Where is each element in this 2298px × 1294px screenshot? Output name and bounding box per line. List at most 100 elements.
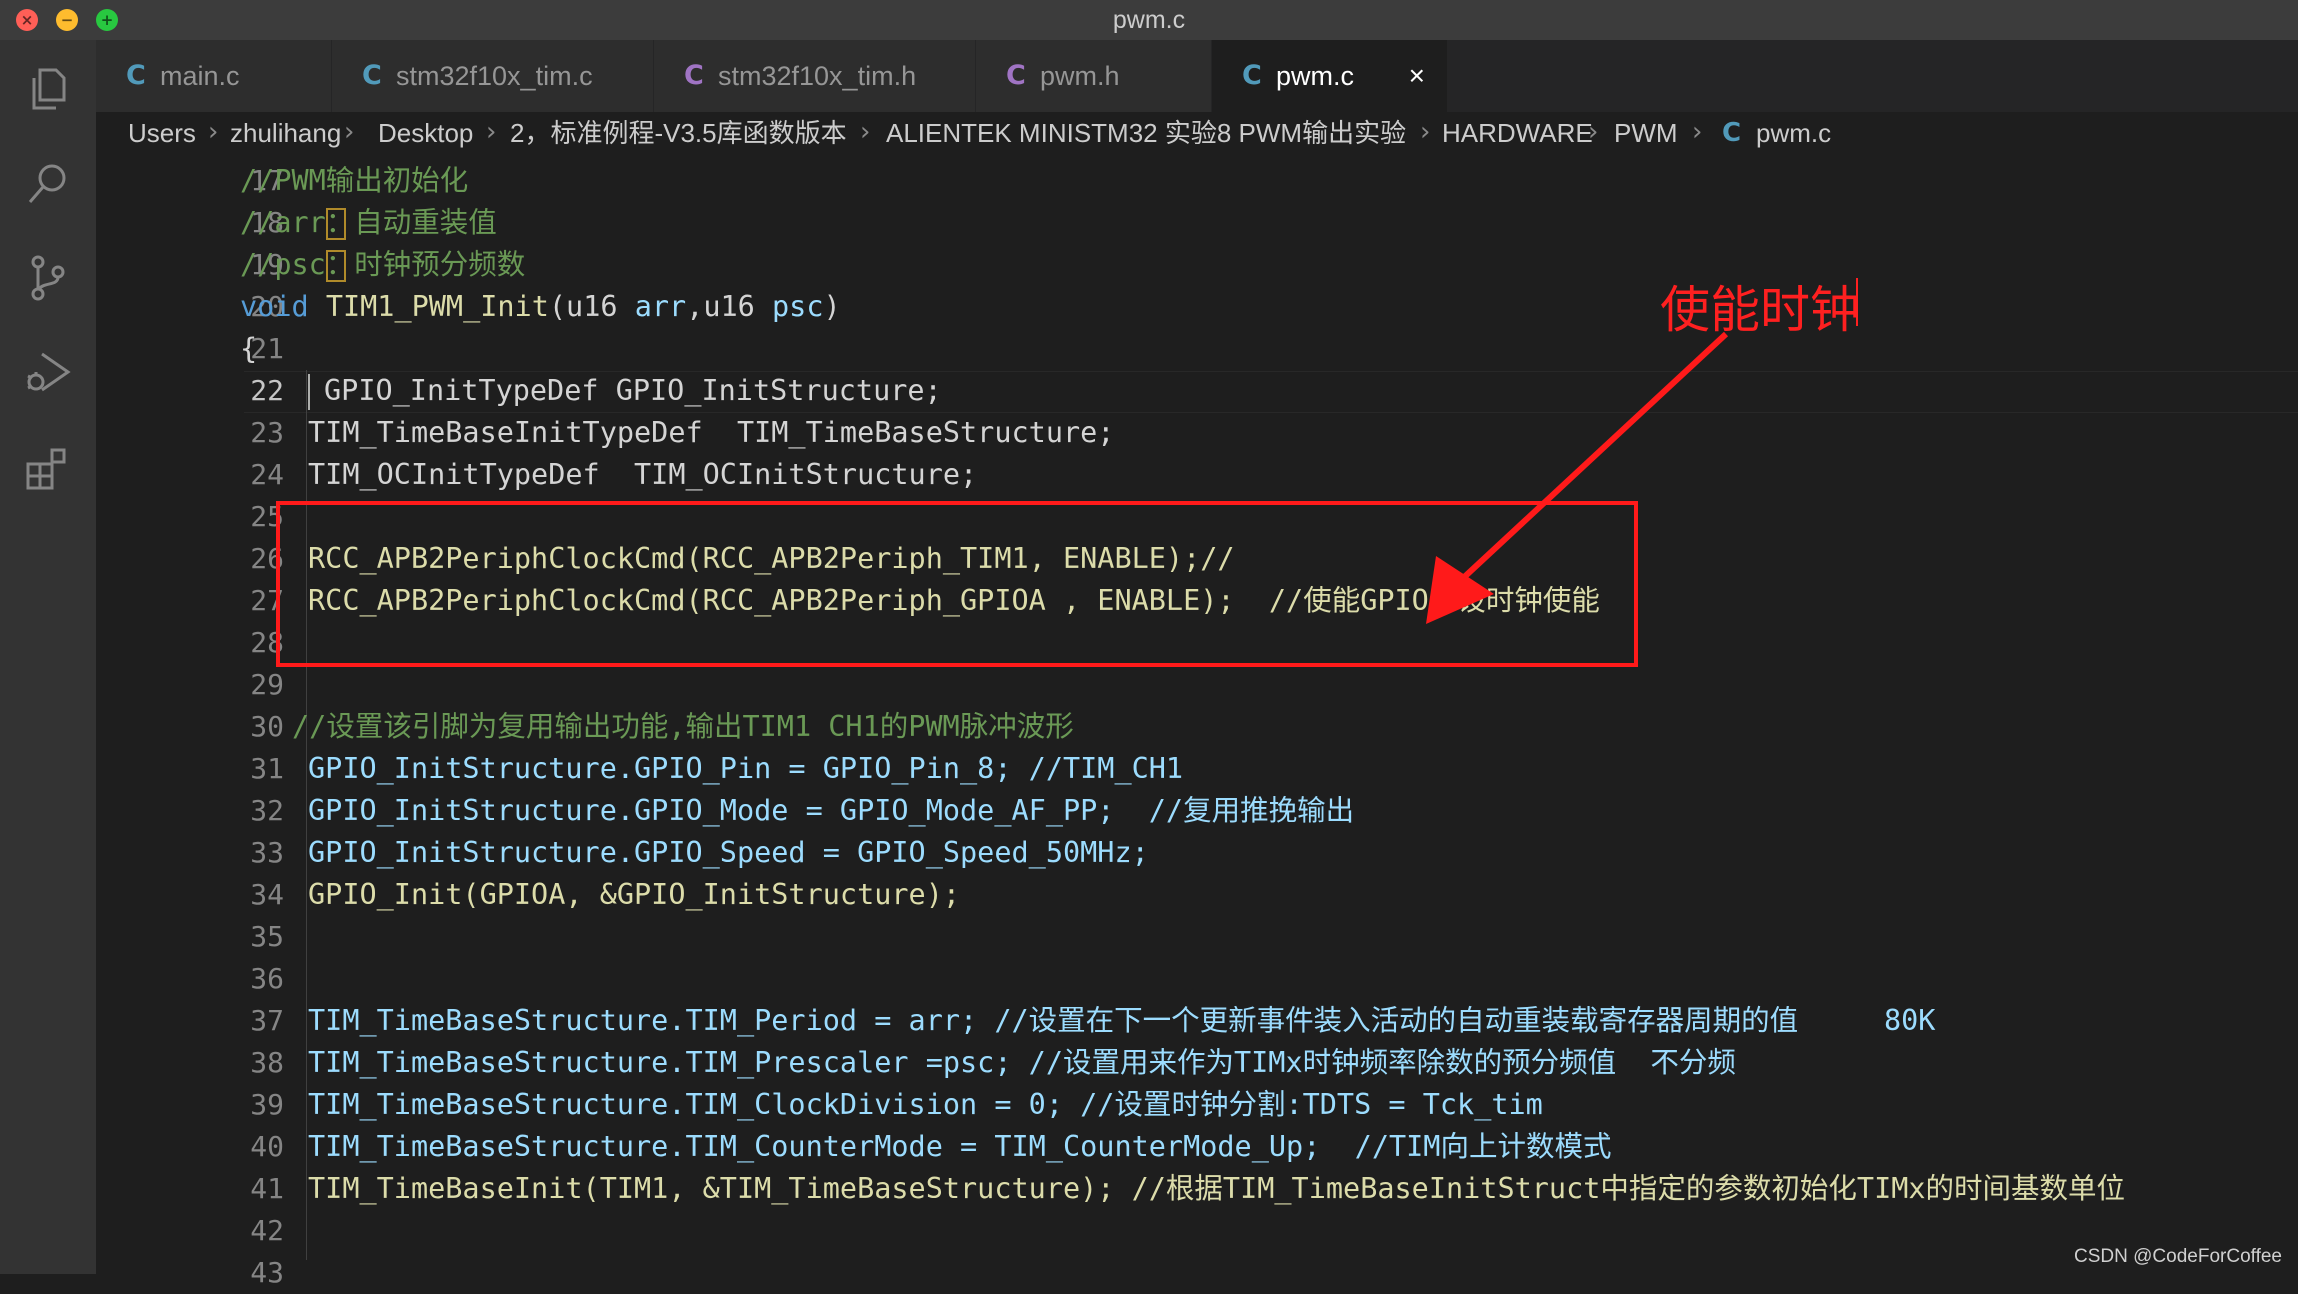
code-line: 30 //设置该引脚为复用输出功能,输出TIM1 CH1的PWM脉冲波形 bbox=[96, 706, 2298, 748]
line-number: 31 bbox=[250, 752, 284, 785]
chevron-right-icon: › bbox=[344, 117, 355, 147]
bracket-highlight bbox=[326, 208, 346, 240]
line-number: 27 bbox=[250, 584, 284, 617]
code-line: 17 //PWM输出初始化 bbox=[96, 160, 2298, 202]
breadcrumb-item[interactable]: Desktop bbox=[378, 112, 473, 154]
source-control-icon[interactable] bbox=[22, 252, 74, 304]
code-text: GPIO_InitStructure.GPIO_Pin = GPIO_Pin_8… bbox=[308, 752, 1184, 785]
code-text: TIM_TimeBaseStructure.TIM_CounterMode = … bbox=[308, 1130, 1612, 1163]
chevron-right-icon: › bbox=[1420, 117, 1431, 147]
close-tab-icon[interactable]: × bbox=[1409, 58, 1425, 94]
bracket-highlight bbox=[326, 250, 346, 282]
code-line: 23 TIM_TimeBaseInitTypeDef TIM_TimeBaseS… bbox=[96, 412, 2298, 454]
code-line: 24 TIM_OCInitTypeDef TIM_OCInitStructure… bbox=[96, 454, 2298, 496]
breadcrumb-item[interactable]: 2，标准例程-V3.5库函数版本 bbox=[510, 112, 847, 154]
tab-label: pwm.c bbox=[1276, 61, 1355, 91]
title-bar: × − + pwm.c bbox=[0, 0, 2298, 40]
tab-label: stm32f10x_tim.h bbox=[718, 61, 917, 91]
annotation-label: 使能时钟 bbox=[1660, 281, 1860, 339]
breadcrumb-item[interactable]: zhulihang bbox=[230, 112, 341, 154]
code-line: 31 GPIO_InitStructure.GPIO_Pin = GPIO_Pi… bbox=[96, 748, 2298, 790]
code-editor[interactable]: 17 //PWM输出初始化 18 //arr：自动重装值 19 //psc：时钟… bbox=[96, 154, 2298, 1289]
breadcrumb-item[interactable]: HARDWARE bbox=[1442, 112, 1593, 154]
line-number: 33 bbox=[250, 836, 284, 869]
line-number: 43 bbox=[250, 1256, 284, 1289]
chevron-right-icon: › bbox=[208, 117, 219, 147]
run-debug-icon[interactable] bbox=[22, 346, 74, 398]
code-text: //PWM输出初始化 bbox=[240, 164, 469, 197]
c-file-icon: C bbox=[362, 60, 382, 91]
breadcrumb-item[interactable]: Users bbox=[128, 112, 196, 154]
code-line: 43 bbox=[96, 1252, 2298, 1294]
line-number: 22 bbox=[250, 374, 284, 407]
h-file-icon: C bbox=[1006, 60, 1026, 91]
breadcrumb-file[interactable]: pwm.c bbox=[1756, 112, 1831, 154]
code-line: 32 GPIO_InitStructure.GPIO_Mode = GPIO_M… bbox=[96, 790, 2298, 832]
chevron-right-icon: › bbox=[1588, 117, 1599, 147]
code-text: TIM_TimeBaseInit(TIM1, &TIM_TimeBaseStru… bbox=[308, 1172, 2126, 1205]
code-text: //psc：时钟预分频数 bbox=[240, 248, 526, 281]
chevron-right-icon: › bbox=[860, 117, 871, 147]
extensions-icon[interactable] bbox=[22, 442, 74, 494]
chevron-right-icon: › bbox=[486, 117, 497, 147]
line-number: 30 bbox=[250, 710, 284, 743]
code-line: 22 GPIO_InitTypeDef GPIO_InitStructure; bbox=[96, 370, 2298, 412]
c-file-icon: C bbox=[126, 60, 146, 91]
code-text: TIM_TimeBaseInitTypeDef TIM_TimeBaseStru… bbox=[308, 416, 1115, 449]
line-number: 25 bbox=[250, 500, 284, 533]
line-number: 28 bbox=[250, 626, 284, 659]
explorer-icon[interactable] bbox=[22, 62, 74, 114]
tab-label: main.c bbox=[160, 61, 240, 91]
tab-stm32f10x-tim-h[interactable]: C stm32f10x_tim.h bbox=[654, 40, 976, 112]
h-file-icon: C bbox=[684, 60, 704, 91]
line-number: 34 bbox=[250, 878, 284, 911]
code-text: TIM_TimeBaseStructure.TIM_Period = arr; … bbox=[308, 1004, 1936, 1037]
line-number: 23 bbox=[250, 416, 284, 449]
line-number: 35 bbox=[250, 920, 284, 953]
code-line: 39 TIM_TimeBaseStructure.TIM_ClockDivisi… bbox=[96, 1084, 2298, 1126]
breadcrumb: Users › zhulihang › Desktop › 2，标准例程-V3.… bbox=[96, 112, 2298, 154]
tab-pwm-h[interactable]: C pwm.h bbox=[976, 40, 1212, 112]
tab-stm32f10x-tim-c[interactable]: C stm32f10x_tim.c bbox=[332, 40, 654, 112]
line-number: 42 bbox=[250, 1214, 284, 1247]
code-line: 34 GPIO_Init(GPIOA, &GPIO_InitStructure)… bbox=[96, 874, 2298, 916]
code-line: 18 //arr：自动重装值 bbox=[96, 202, 2298, 244]
code-text: GPIO_Init(GPIOA, &GPIO_InitStructure); bbox=[308, 878, 961, 911]
code-text: TIM_TimeBaseStructure.TIM_ClockDivision … bbox=[308, 1088, 1543, 1121]
code-text: //设置该引脚为复用输出功能,输出TIM1 CH1的PWM脉冲波形 bbox=[292, 710, 1074, 743]
line-number: 29 bbox=[250, 668, 284, 701]
code-line: 36 bbox=[96, 958, 2298, 1000]
code-area[interactable]: 17 //PWM输出初始化 18 //arr：自动重装值 19 //psc：时钟… bbox=[96, 154, 2298, 1289]
code-text: GPIO_InitStructure.GPIO_Speed = GPIO_Spe… bbox=[308, 836, 1149, 869]
line-number: 21 bbox=[250, 332, 284, 365]
code-line: 21 { bbox=[96, 328, 2298, 370]
line-number: 40 bbox=[250, 1130, 284, 1163]
line-number: 38 bbox=[250, 1046, 284, 1079]
code-text: GPIO_InitStructure.GPIO_Mode = GPIO_Mode… bbox=[308, 794, 1355, 827]
annotation-caret bbox=[1856, 278, 1858, 326]
c-file-icon: C bbox=[1242, 60, 1262, 91]
watermark: CSDN @CodeForCoffee bbox=[2074, 1246, 2282, 1267]
code-text: TIM_TimeBaseStructure.TIM_Prescaler =psc… bbox=[308, 1046, 1736, 1079]
code-text: TIM_OCInitTypeDef TIM_OCInitStructure; bbox=[308, 458, 978, 491]
code-text: GPIO_InitTypeDef GPIO_InitStructure; bbox=[324, 374, 942, 407]
code-line: 37 TIM_TimeBaseStructure.TIM_Period = ar… bbox=[96, 1000, 2298, 1042]
code-line: 38 TIM_TimeBaseStructure.TIM_Prescaler =… bbox=[96, 1042, 2298, 1084]
line-number: 32 bbox=[250, 794, 284, 827]
code-line: 20 void TIM1_PWM_Init(u16 arr,u16 psc) bbox=[96, 286, 2298, 328]
line-number: 36 bbox=[250, 962, 284, 995]
code-line: 42 bbox=[96, 1210, 2298, 1252]
code-line: 33 GPIO_InitStructure.GPIO_Speed = GPIO_… bbox=[96, 832, 2298, 874]
breadcrumb-item[interactable]: PWM bbox=[1614, 112, 1678, 154]
search-icon[interactable] bbox=[22, 158, 74, 210]
editor-tabs: C main.c C stm32f10x_tim.c C stm32f10x_t… bbox=[96, 40, 2298, 112]
line-number: 37 bbox=[250, 1004, 284, 1037]
breadcrumb-item[interactable]: ALIENTEK MINISTM32 实验8 PWM输出实验 bbox=[886, 112, 1406, 154]
tab-label: pwm.h bbox=[1040, 61, 1120, 91]
activity-bar bbox=[0, 40, 96, 1274]
tab-label: stm32f10x_tim.c bbox=[396, 61, 593, 91]
text-cursor bbox=[308, 374, 310, 410]
c-file-icon: C bbox=[1722, 118, 1742, 148]
tab-main-c[interactable]: C main.c bbox=[96, 40, 332, 112]
tab-pwm-c[interactable]: C pwm.c × bbox=[1212, 40, 1448, 112]
